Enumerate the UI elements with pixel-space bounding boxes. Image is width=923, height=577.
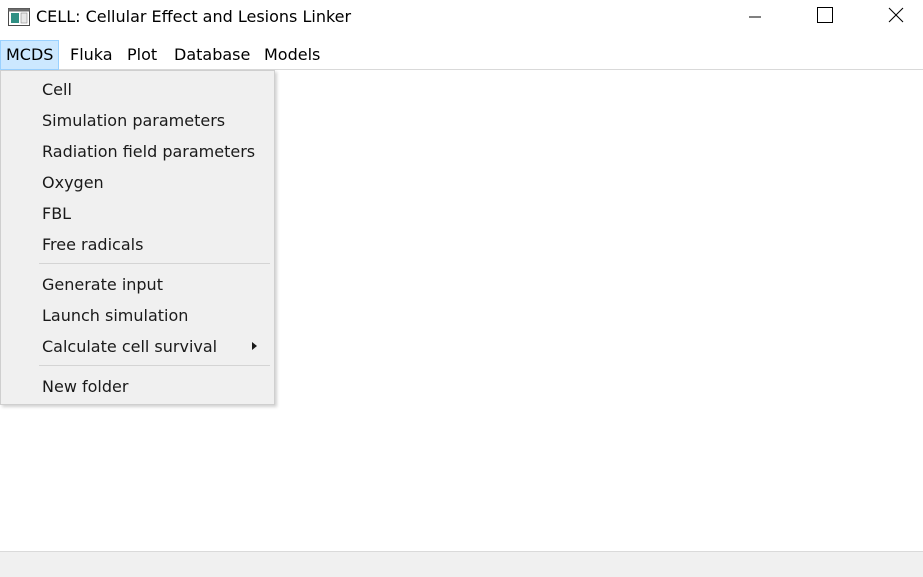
menu-item-generate-input[interactable]: Generate input: [42, 275, 163, 295]
maximize-button[interactable]: [802, 0, 848, 34]
menu-models[interactable]: Models: [258, 40, 326, 70]
app-window-icon[interactable]: [8, 8, 30, 26]
menu-separator: [39, 365, 270, 366]
menu-item-simulation-parameters[interactable]: Simulation parameters: [42, 111, 225, 131]
menu-item-calculate-cell-survival[interactable]: Calculate cell survival: [42, 337, 217, 357]
menu-plot[interactable]: Plot: [121, 40, 163, 70]
menu-item-oxygen[interactable]: Oxygen: [42, 173, 104, 193]
window-title: CELL: Cellular Effect and Lesions Linker: [36, 7, 352, 26]
menu-bar: MCDS Fluka Plot Database Models: [0, 40, 923, 70]
mcds-dropdown-menu: Cell Simulation parameters Radiation fie…: [0, 70, 275, 405]
title-bar: CELL: Cellular Effect and Lesions Linker: [0, 0, 923, 36]
menu-fluka[interactable]: Fluka: [64, 40, 119, 70]
menu-item-new-folder[interactable]: New folder: [42, 377, 128, 397]
menu-item-launch-simulation[interactable]: Launch simulation: [42, 306, 188, 326]
minimize-icon: [749, 8, 761, 27]
maximize-icon: [817, 7, 833, 27]
status-bar: [0, 551, 923, 577]
menu-mcds[interactable]: MCDS: [0, 40, 60, 70]
menu-item-cell[interactable]: Cell: [42, 80, 72, 100]
minimize-button[interactable]: [732, 0, 778, 34]
menu-database[interactable]: Database: [168, 40, 256, 70]
menu-separator: [39, 263, 270, 264]
menu-item-fbl[interactable]: FBL: [42, 204, 71, 224]
chevron-right-icon: [252, 342, 257, 350]
menu-item-free-radicals[interactable]: Free radicals: [42, 235, 143, 255]
close-button[interactable]: [873, 0, 919, 34]
menu-item-radiation-field-parameters[interactable]: Radiation field parameters: [42, 142, 255, 162]
close-icon: [888, 7, 904, 27]
